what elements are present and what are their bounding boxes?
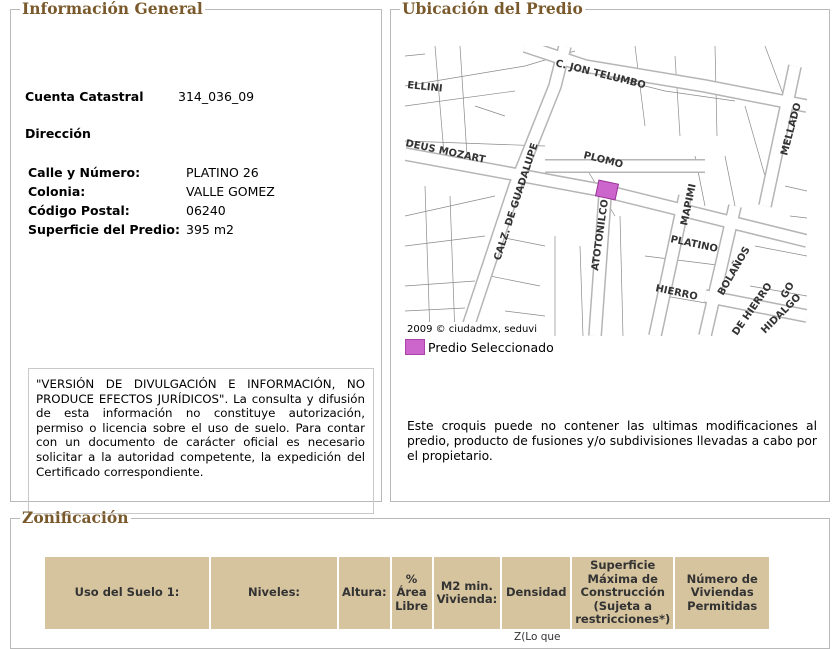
map-copyright: 2009 © ciudadmx, seduvi: [407, 324, 537, 335]
cuenta-catastral-label: Cuenta Catastral: [25, 89, 144, 104]
selected-lot-legend-label: Predio Seleccionado: [428, 340, 554, 355]
header-uso-suelo: Uso del Suelo 1:: [45, 557, 209, 629]
legal-disclaimer: "VERSIÓN DE DIVULGACIÓN E INFORMACIÓN, N…: [28, 368, 374, 514]
zoning-legend: Zonificación: [22, 508, 129, 527]
colonia-label: Colonia:: [28, 184, 86, 199]
header-m2-vivienda: M2 min. Vivienda:: [433, 557, 501, 629]
cuenta-catastral-value: 314_036_09: [178, 89, 255, 104]
general-info-legend: Información General: [22, 0, 203, 18]
direccion-heading: Dirección: [25, 126, 91, 141]
header-num-viviendas: Número de Viviendas Permitidas: [675, 557, 770, 629]
header-altura: Altura:: [339, 557, 390, 629]
colonia-value: VALLE GOMEZ: [186, 184, 275, 199]
header-area-libre: % Área Libre: [391, 557, 432, 629]
street-value: PLATINO 26: [186, 165, 259, 180]
zoning-panel: Zonificación Uso del Suelo 1: Niveles: A…: [10, 509, 830, 649]
location-panel: Ubicación del Predio C. JON TELUMBO ELLI…: [390, 0, 830, 502]
location-legend: Ubicación del Predio: [402, 0, 583, 18]
header-superficie-max: Superficie Máxima de Construcción (Sujet…: [572, 557, 674, 629]
selected-lot-swatch: [405, 339, 425, 355]
street-label: Calle y Número:: [28, 165, 141, 180]
postal-code-label: Código Postal:: [28, 203, 130, 218]
map-note: Este croquis puede no contener las ultim…: [407, 419, 817, 463]
zoning-header-row: Uso del Suelo 1: Niveles: Altura: % Área…: [45, 557, 770, 629]
selected-lot-marker[interactable]: [594, 179, 620, 201]
zoning-row-partial: Z(Lo que: [514, 631, 561, 643]
location-map[interactable]: C. JON TELUMBO ELLINI DEUS MOZART MELLAD…: [405, 46, 807, 336]
header-niveles: Niveles:: [211, 557, 337, 629]
lot-area-label: Superficie del Predio:: [28, 222, 180, 237]
zoning-table: Uso del Suelo 1: Niveles: Altura: % Área…: [43, 555, 771, 631]
lot-area-value: 395 m2: [186, 222, 234, 237]
general-info-panel: Información General Cuenta Catastral 314…: [10, 0, 382, 514]
postal-code-value: 06240: [186, 203, 226, 218]
header-densidad: Densidad: [502, 557, 571, 629]
